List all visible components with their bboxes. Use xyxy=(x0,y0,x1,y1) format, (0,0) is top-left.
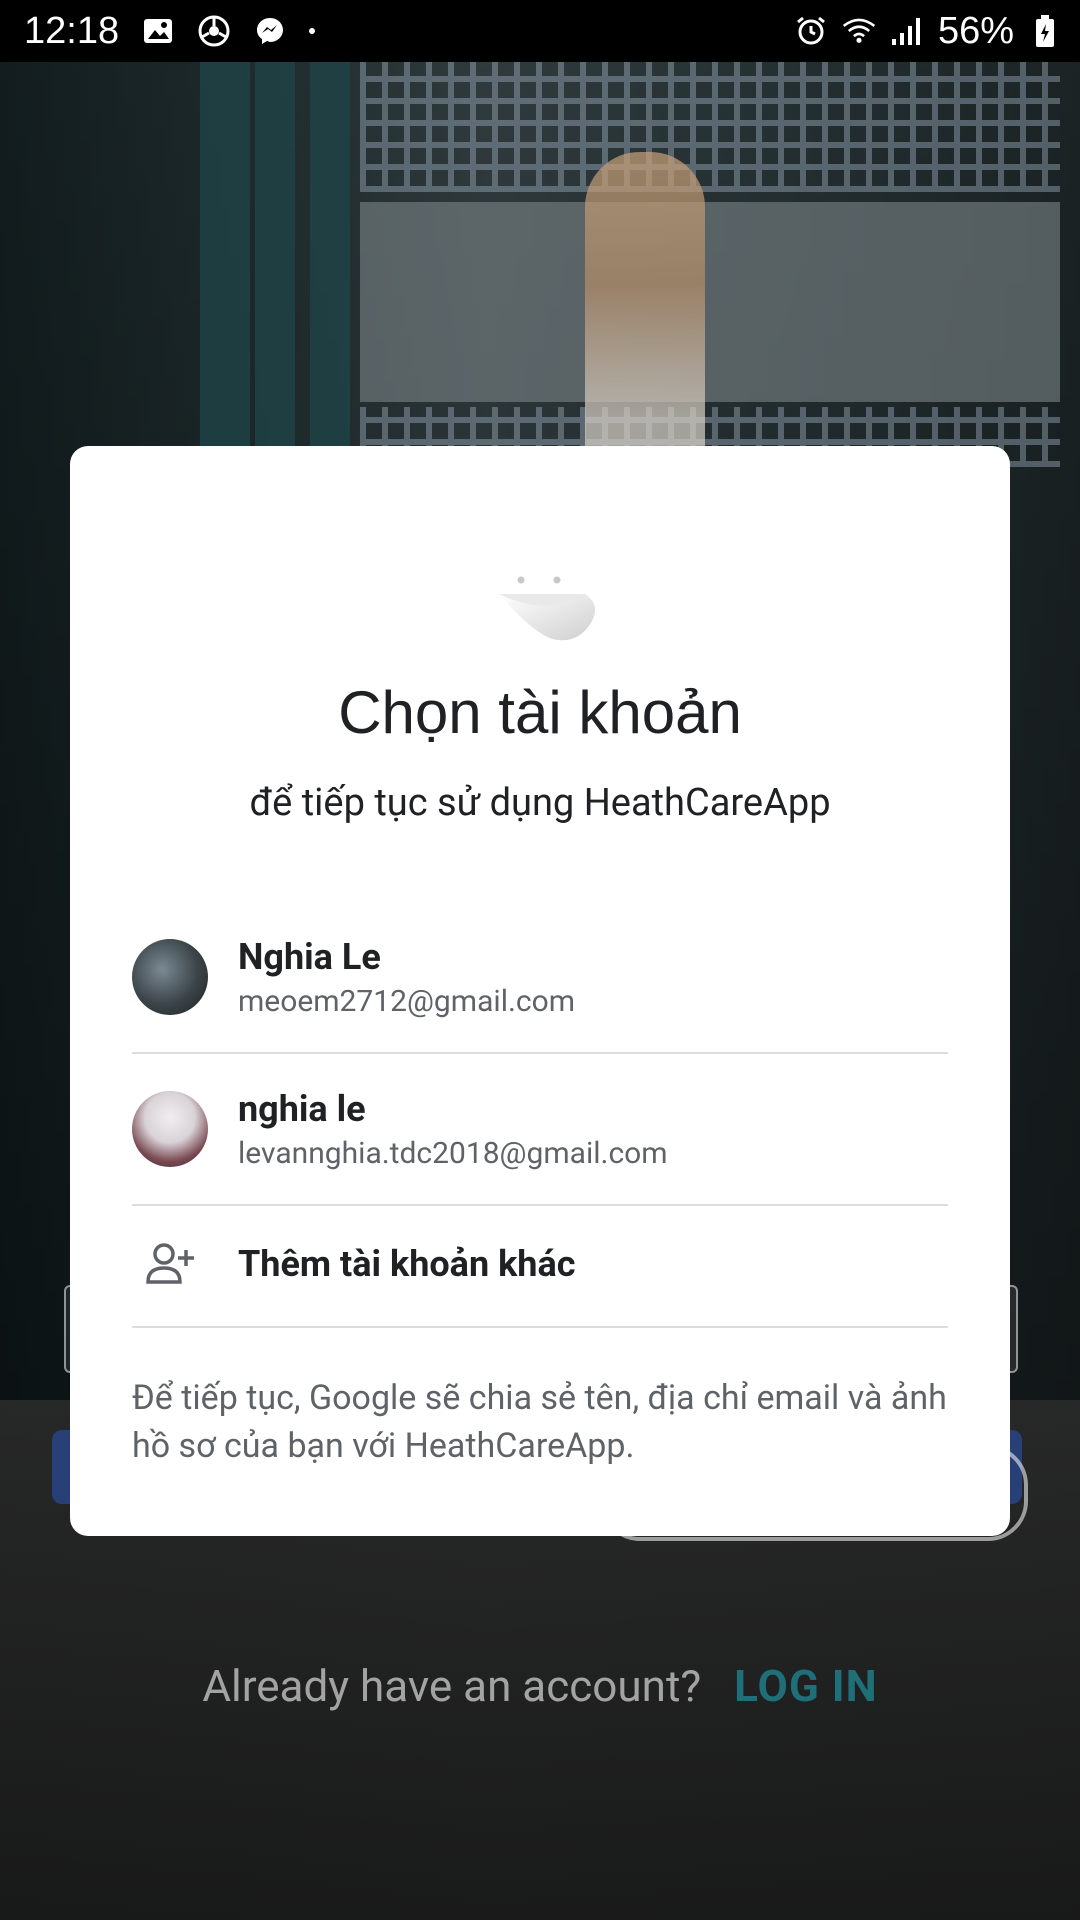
wifi-icon xyxy=(842,14,876,48)
signal-icon xyxy=(890,14,924,48)
status-bar: 12:18 56% xyxy=(0,0,1080,62)
privacy-notice: Để tiếp tục, Google sẽ chia sẻ tên, địa … xyxy=(132,1378,947,1466)
account-name: Nghia Le xyxy=(238,935,381,978)
avatar xyxy=(132,1091,208,1167)
add-account-button[interactable]: Thêm tài khoản khác xyxy=(132,1202,948,1328)
account-item-2[interactable]: nghia le levannghia.tdc2018@gmail.com xyxy=(132,1054,948,1206)
add-account-label: Thêm tài khoản khác xyxy=(238,1243,576,1285)
chrome-like-icon xyxy=(197,14,231,48)
avatar xyxy=(132,939,208,1015)
account-name: nghia le xyxy=(238,1087,366,1130)
login-prompt: Already have an account? LOG IN xyxy=(0,1660,1080,1712)
account-email: levannghia.tdc2018@gmail.com xyxy=(238,1135,668,1171)
account-chooser-dialog: Chọn tài khoản để tiếp tục sử dụng Heath… xyxy=(70,446,1010,1536)
image-icon xyxy=(141,14,175,48)
account-email: meoem2712@gmail.com xyxy=(238,983,576,1019)
add-person-icon xyxy=(142,1236,198,1292)
messenger-icon xyxy=(253,14,287,48)
dot-icon xyxy=(309,28,316,34)
alarm-icon xyxy=(794,14,828,48)
battery-percent: 56% xyxy=(937,9,1014,52)
clock: 12:18 xyxy=(24,9,120,52)
account-item-1[interactable]: Nghia Le meoem2712@gmail.com xyxy=(132,902,948,1054)
battery-icon xyxy=(1028,14,1062,48)
dialog-title: Chọn tài khoản xyxy=(338,679,742,746)
dialog-subtitle: để tiếp tục sử dụng HeathCareApp xyxy=(249,781,831,825)
google-logo-icon xyxy=(499,566,599,646)
login-link[interactable]: LOG IN xyxy=(734,1660,878,1712)
already-account-text: Already have an account? xyxy=(202,1660,702,1712)
